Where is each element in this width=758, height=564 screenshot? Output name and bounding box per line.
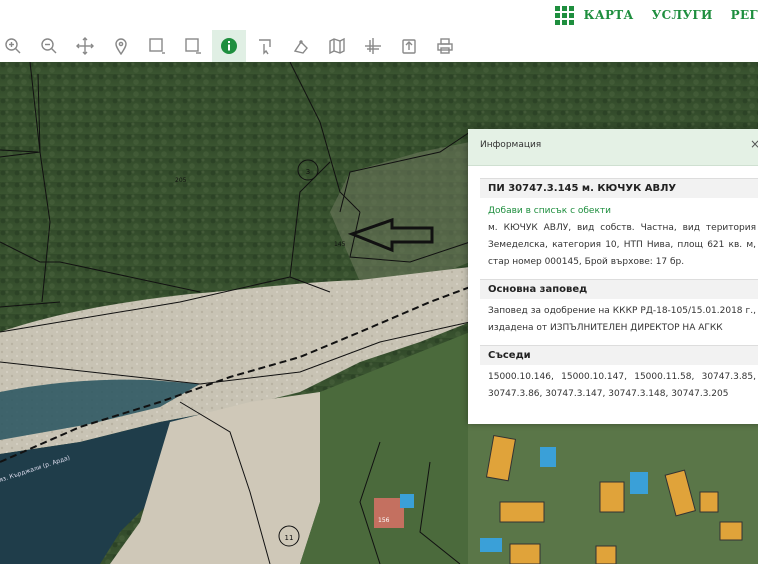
parcel-11-label: 11 <box>285 534 294 542</box>
info-icon[interactable] <box>212 30 246 62</box>
pan-icon[interactable] <box>68 30 102 62</box>
order-section: Основна заповед Заповед за одобрение на … <box>480 279 758 337</box>
pool <box>630 472 648 494</box>
building <box>599 481 625 513</box>
neighbors-section: Съседи 15000.10.146, 15000.10.147, 15000… <box>480 345 758 403</box>
building <box>499 501 545 523</box>
description-section: м. КЮЧУК АВЛУ, вид собств. Частна, вид т… <box>480 220 758 271</box>
pool <box>480 538 502 552</box>
building <box>719 521 743 541</box>
parcel-description: м. КЮЧУК АВЛУ, вид собств. Частна, вид т… <box>488 223 756 267</box>
neighbors-header: Съседи <box>480 345 758 365</box>
map-toolbar <box>0 30 758 62</box>
building <box>509 543 541 564</box>
close-icon[interactable]: × <box>750 137 758 151</box>
add-to-list-link[interactable]: Добави в списък с обекти <box>488 206 758 216</box>
location-pin-icon[interactable] <box>104 30 138 62</box>
panel-title: Информация <box>480 140 542 150</box>
select-rectangle-2-icon[interactable] <box>176 30 210 62</box>
select-rectangle-icon[interactable] <box>140 30 174 62</box>
nav-link-karta[interactable]: КАРТА <box>584 8 634 22</box>
pool <box>540 447 556 467</box>
nav-link-uslugi[interactable]: УСЛУГИ <box>652 8 713 22</box>
crop-icon[interactable] <box>356 30 390 62</box>
order-header: Основна заповед <box>480 279 758 299</box>
parcel-205-label: 205 <box>175 177 187 184</box>
print-icon[interactable] <box>428 30 462 62</box>
nav-link-regi[interactable]: РЕГ <box>731 8 758 22</box>
export-icon[interactable] <box>392 30 426 62</box>
top-navigation: КАРТА УСЛУГИ РЕГ <box>0 0 758 30</box>
building <box>699 491 719 513</box>
apps-grid-icon[interactable] <box>554 5 574 25</box>
map-layers-icon[interactable] <box>320 30 354 62</box>
identify-icon[interactable] <box>248 30 282 62</box>
parcel-145-label: 145 <box>334 241 346 248</box>
parcel-156-label: 156 <box>378 517 390 524</box>
neighbors-text: 15000.10.146, 15000.10.147, 15000.11.58,… <box>488 372 756 399</box>
main-nav: КАРТА УСЛУГИ РЕГ <box>554 0 758 30</box>
info-panel-header: Информация × <box>468 129 758 166</box>
parcel-title: ПИ 30747.3.145 м. КЮЧУК АВЛУ <box>480 178 758 198</box>
zoom-in-icon[interactable] <box>0 30 30 62</box>
parcel-3-label: 3 <box>306 168 310 176</box>
measure-icon[interactable] <box>284 30 318 62</box>
zoom-out-icon[interactable] <box>32 30 66 62</box>
pool <box>400 494 414 508</box>
info-panel: Информация × ПИ 30747.3.145 м. КЮЧУК АВЛ… <box>468 129 758 424</box>
order-text: Заповед за одобрение на КККР РД-18-105/1… <box>488 306 756 333</box>
building <box>595 545 617 564</box>
parcel-section: ПИ 30747.3.145 м. КЮЧУК АВЛУ <box>480 178 758 198</box>
